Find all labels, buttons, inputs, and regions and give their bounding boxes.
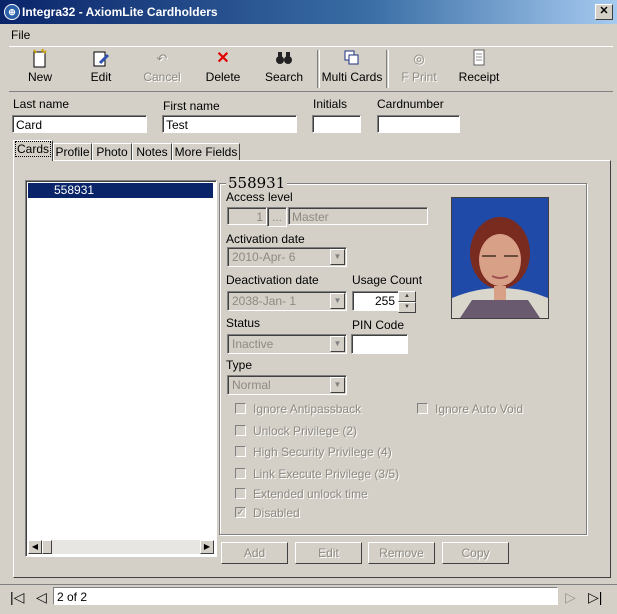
receipt-button[interactable]: Receipt bbox=[449, 49, 509, 89]
new-document-icon bbox=[10, 48, 70, 69]
new-label: New bbox=[27, 70, 52, 84]
menu-file[interactable]: File bbox=[11, 28, 30, 42]
next-record-icon[interactable]: ▷ bbox=[565, 589, 576, 605]
edit-label: Edit bbox=[90, 70, 112, 84]
undo-arrow-icon: ↶ bbox=[156, 51, 168, 66]
fingerprint-icon: ◎ bbox=[413, 51, 425, 66]
horizontal-scrollbar[interactable]: ◀ ▶ bbox=[28, 540, 214, 554]
tab-notes[interactable]: Notes bbox=[132, 143, 172, 161]
type-label: Type bbox=[226, 358, 253, 372]
usage-count-field[interactable]: 255 bbox=[352, 291, 399, 311]
access-level-name: Master bbox=[288, 207, 428, 225]
last-name-field[interactable]: Card bbox=[12, 115, 147, 133]
search-button[interactable]: Search bbox=[254, 49, 314, 89]
initials-field[interactable] bbox=[312, 115, 361, 133]
first-name-label: First name bbox=[163, 99, 220, 113]
status-label: Status bbox=[226, 316, 261, 330]
cancel-label: Cancel bbox=[143, 70, 181, 84]
receipt-icon bbox=[449, 49, 509, 69]
chevron-down-icon: ▼ bbox=[330, 293, 345, 309]
deactivation-date-label: Deactivation date bbox=[226, 273, 319, 287]
multi-cards-icon bbox=[321, 49, 383, 69]
pin-code-label: PIN Code bbox=[352, 318, 405, 332]
access-level-label: Access level bbox=[226, 190, 293, 204]
pin-code-field[interactable] bbox=[351, 334, 408, 354]
new-button[interactable]: New bbox=[10, 48, 70, 89]
last-name-label: Last name bbox=[13, 97, 70, 111]
edit-card-button[interactable]: Edit bbox=[295, 542, 362, 564]
activation-date-label: Activation date bbox=[226, 232, 305, 246]
previous-record-icon[interactable]: ◁ bbox=[36, 589, 47, 605]
activation-date-picker[interactable]: 2010-Apr- 6 ▼ bbox=[227, 247, 347, 267]
tab-profile[interactable]: Profile bbox=[53, 143, 92, 161]
fprint-button[interactable]: ◎ F Print bbox=[389, 49, 449, 89]
tab-photo[interactable]: Photo bbox=[92, 143, 132, 161]
menu-bar: File bbox=[0, 24, 617, 44]
fprint-label: F Print bbox=[401, 70, 437, 84]
deactivation-date-picker[interactable]: 2038-Jan- 1 ▼ bbox=[227, 291, 347, 311]
status-select[interactable]: Inactive ▼ bbox=[227, 334, 347, 354]
app-globe-icon: ⊕ bbox=[4, 4, 20, 20]
cancel-button[interactable]: ↶ Cancel bbox=[132, 49, 192, 89]
scroll-right-icon[interactable]: ▶ bbox=[200, 540, 214, 554]
chevron-down-icon: ▼ bbox=[330, 377, 345, 393]
checkmark-icon: ✓ bbox=[235, 507, 246, 518]
multi-cards-button[interactable]: Multi Cards bbox=[321, 49, 383, 89]
tab-more-fields[interactable]: More Fields bbox=[172, 143, 240, 161]
delete-x-icon: ✕ bbox=[216, 50, 230, 67]
list-item[interactable]: 558931 bbox=[28, 183, 213, 198]
receipt-label: Receipt bbox=[458, 70, 500, 84]
add-button[interactable]: Add bbox=[221, 542, 288, 564]
scroll-thumb[interactable] bbox=[42, 540, 52, 554]
cardholder-photo bbox=[451, 197, 549, 319]
scroll-left-icon[interactable]: ◀ bbox=[28, 540, 42, 554]
usage-count-spinner[interactable]: ▲ ▼ bbox=[398, 291, 416, 313]
tab-cards[interactable]: Cards bbox=[13, 140, 53, 161]
spin-down-icon[interactable]: ▼ bbox=[398, 302, 416, 313]
title-bar: ⊕ Integra32 - AxiomLite Cardholders ✕ bbox=[0, 0, 617, 24]
search-label: Search bbox=[264, 70, 304, 84]
access-level-browse-button[interactable]: ... bbox=[267, 207, 287, 227]
edit-pencil-icon bbox=[71, 49, 131, 69]
binoculars-icon bbox=[254, 49, 314, 69]
window-title: Integra32 - AxiomLite Cardholders bbox=[22, 5, 218, 19]
cardnumber-field[interactable] bbox=[377, 115, 460, 133]
usage-count-label: Usage Count bbox=[352, 273, 423, 287]
chevron-down-icon: ▼ bbox=[330, 336, 345, 352]
delete-label: Delete bbox=[205, 70, 241, 84]
remove-button[interactable]: Remove bbox=[368, 542, 435, 564]
edit-button[interactable]: Edit bbox=[71, 49, 131, 89]
close-button[interactable]: ✕ bbox=[595, 4, 613, 20]
initials-label: Initials bbox=[313, 97, 348, 111]
type-select[interactable]: Normal ▼ bbox=[227, 375, 347, 395]
first-name-field[interactable]: Test bbox=[162, 115, 297, 133]
cardnumber-label: Cardnumber bbox=[377, 97, 444, 111]
multi-cards-label: Multi Cards bbox=[321, 70, 383, 84]
toolbar: New Edit ↶ Cancel ✕ Delete Search Multi … bbox=[9, 46, 613, 92]
spin-up-icon[interactable]: ▲ bbox=[398, 291, 416, 302]
first-record-icon[interactable]: |◁ bbox=[10, 589, 24, 605]
record-position-field[interactable]: 2 of 2 bbox=[53, 587, 558, 605]
copy-button[interactable]: Copy bbox=[442, 542, 509, 564]
last-record-icon[interactable]: ▷| bbox=[588, 589, 602, 605]
delete-button[interactable]: ✕ Delete bbox=[193, 49, 253, 89]
card-list[interactable]: 558931 ◀ ▶ bbox=[25, 180, 217, 557]
access-level-number: 1 bbox=[227, 207, 267, 225]
chevron-down-icon: ▼ bbox=[330, 249, 345, 265]
